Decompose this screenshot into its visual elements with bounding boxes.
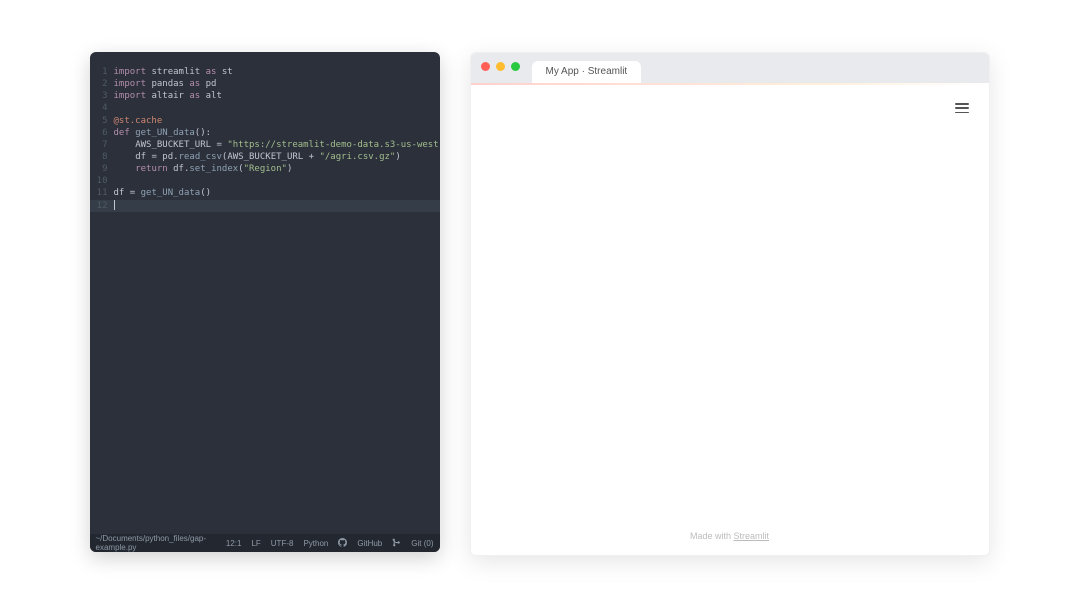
- code-line[interactable]: 3import altair as alt: [90, 90, 440, 102]
- line-number: 6: [90, 127, 114, 139]
- line-number: 11: [90, 187, 114, 199]
- streamlit-link[interactable]: Streamlit: [734, 531, 770, 541]
- status-filepath: ~/Documents/python_files/gap-example.py: [96, 534, 216, 552]
- github-icon[interactable]: [338, 538, 347, 549]
- code-content[interactable]: import altair as alt: [114, 90, 440, 102]
- code-content[interactable]: [114, 102, 440, 114]
- status-github-label[interactable]: GitHub: [357, 539, 382, 548]
- code-line[interactable]: 4: [90, 102, 440, 114]
- text-cursor: [114, 200, 115, 210]
- git-branch-icon[interactable]: [392, 538, 401, 549]
- line-number: 7: [90, 139, 114, 151]
- code-line[interactable]: 6def get_UN_data():: [90, 127, 440, 139]
- code-line[interactable]: 7 AWS_BUCKET_URL = "https://streamlit-de…: [90, 139, 440, 151]
- code-line[interactable]: 9 return df.set_index("Region"): [90, 163, 440, 175]
- code-content[interactable]: @st.cache: [114, 115, 440, 127]
- line-number: 2: [90, 78, 114, 90]
- code-content[interactable]: [114, 200, 440, 212]
- line-number: 3: [90, 90, 114, 102]
- streamlit-footer: Made with Streamlit: [471, 531, 989, 541]
- line-number: 10: [90, 175, 114, 187]
- status-encoding[interactable]: UTF-8: [271, 539, 294, 548]
- status-git-branch[interactable]: Git (0): [411, 539, 433, 548]
- code-area[interactable]: 1import streamlit as st2import pandas as…: [90, 52, 440, 534]
- code-line[interactable]: 12: [90, 200, 440, 212]
- code-line[interactable]: 11df = get_UN_data(): [90, 187, 440, 199]
- status-eol[interactable]: LF: [251, 539, 260, 548]
- code-content[interactable]: return df.set_index("Region"): [114, 163, 440, 175]
- code-content[interactable]: df = pd.read_csv(AWS_BUCKET_URL + "/agri…: [114, 151, 440, 163]
- line-number: 12: [90, 200, 114, 212]
- browser-window: My App · Streamlit Made with Streamlit: [470, 52, 990, 556]
- browser-tab[interactable]: My App · Streamlit: [532, 61, 642, 83]
- line-number: 9: [90, 163, 114, 175]
- minimize-window-button[interactable]: [496, 62, 505, 71]
- code-line[interactable]: 10: [90, 175, 440, 187]
- status-language[interactable]: Python: [303, 539, 328, 548]
- code-editor-window: 1import streamlit as st2import pandas as…: [90, 52, 440, 552]
- code-content[interactable]: def get_UN_data():: [114, 127, 440, 139]
- maximize-window-button[interactable]: [511, 62, 520, 71]
- code-line[interactable]: 5@st.cache: [90, 115, 440, 127]
- footer-text: Made with: [690, 531, 734, 541]
- code-line[interactable]: 8 df = pd.read_csv(AWS_BUCKET_URL + "/ag…: [90, 151, 440, 163]
- window-controls: [481, 62, 520, 71]
- editor-status-bar: ~/Documents/python_files/gap-example.py …: [90, 534, 440, 552]
- code-content[interactable]: AWS_BUCKET_URL = "https://streamlit-demo…: [114, 139, 440, 151]
- status-cursor-position: 12:1: [226, 539, 242, 548]
- code-content[interactable]: import pandas as pd: [114, 78, 440, 90]
- streamlit-app-page: Made with Streamlit: [471, 85, 989, 555]
- browser-titlebar: My App · Streamlit: [471, 53, 989, 83]
- code-content[interactable]: df = get_UN_data(): [114, 187, 440, 199]
- line-number: 5: [90, 115, 114, 127]
- code-line[interactable]: 1import streamlit as st: [90, 66, 440, 78]
- hamburger-menu-icon[interactable]: [955, 101, 969, 115]
- code-line[interactable]: 2import pandas as pd: [90, 78, 440, 90]
- line-number: 8: [90, 151, 114, 163]
- line-number: 4: [90, 102, 114, 114]
- line-number: 1: [90, 66, 114, 78]
- code-content[interactable]: import streamlit as st: [114, 66, 440, 78]
- close-window-button[interactable]: [481, 62, 490, 71]
- code-content[interactable]: [114, 175, 440, 187]
